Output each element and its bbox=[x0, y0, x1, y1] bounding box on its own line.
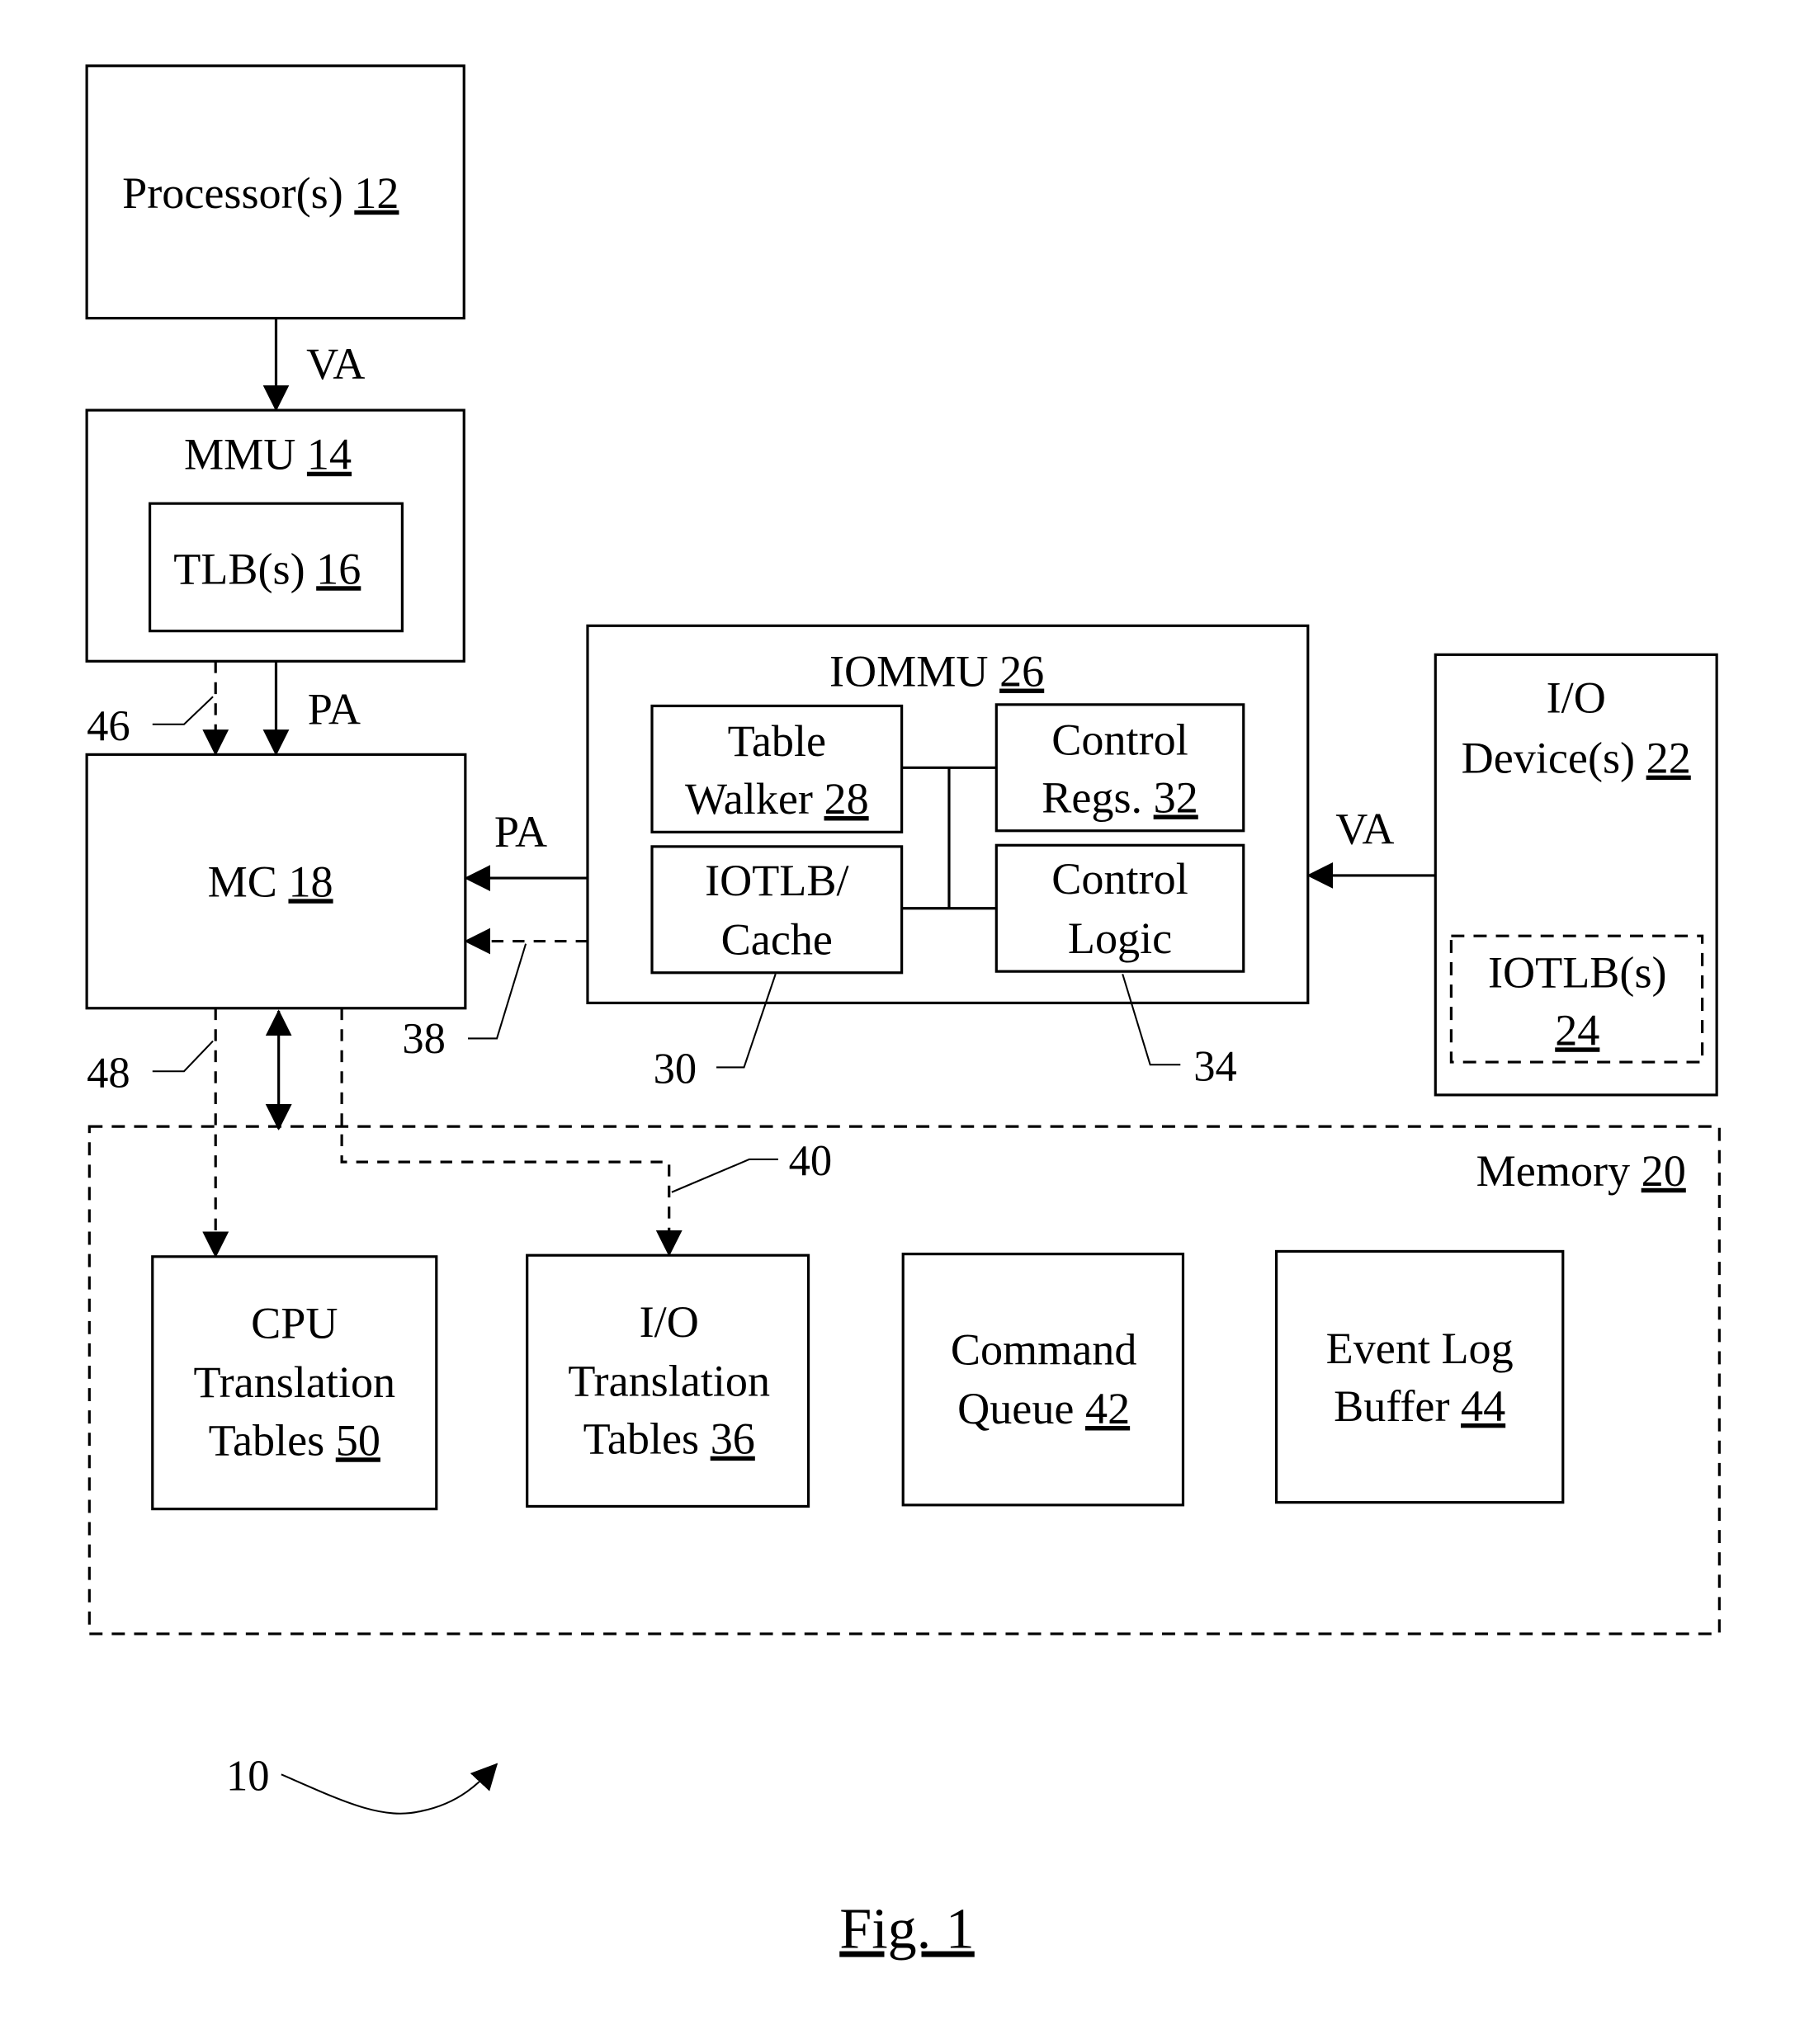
pa-label-mmu: PA bbox=[308, 685, 361, 734]
iotlb-cache-block: IOTLB/ Cache bbox=[650, 845, 904, 975]
va-label-io: VA bbox=[1335, 805, 1394, 854]
iommu-block: IOMMU 26 Table Walker 28 Control Regs. 3… bbox=[586, 624, 1310, 1004]
cpu-tables-block: CPU Translation Tables 50 bbox=[151, 1255, 438, 1511]
leader-48 bbox=[152, 1040, 214, 1073]
ref-40: 40 bbox=[789, 1137, 833, 1185]
memory-label: Memory bbox=[1476, 1146, 1630, 1196]
svg-text:Device(s) 22: Device(s) 22 bbox=[1462, 734, 1691, 783]
ref-46: 46 bbox=[87, 702, 130, 750]
mmu-ref: 14 bbox=[307, 430, 352, 479]
control-regs-line1: Control bbox=[1051, 715, 1188, 764]
patent-figure: Processor(s) 12 VA MMU 14 TLB(s) 16 46 P… bbox=[85, 64, 1721, 1961]
table-walker-line2: Walker bbox=[685, 774, 813, 824]
svg-text:Memory 20: Memory 20 bbox=[1476, 1146, 1686, 1196]
svg-text:Buffer 44: Buffer 44 bbox=[1334, 1381, 1505, 1431]
curved-arrow-10 bbox=[281, 1763, 498, 1815]
tlb-label: TLB(s) bbox=[173, 544, 305, 593]
mmu-label: MMU bbox=[184, 430, 295, 479]
control-logic-line2: Logic bbox=[1068, 913, 1172, 963]
io-tables-line3: Tables bbox=[583, 1414, 700, 1464]
io-tables-line2: Translation bbox=[568, 1357, 770, 1406]
table-walker-block: Table Walker 28 bbox=[650, 704, 904, 833]
control-logic-block: Control Logic bbox=[994, 843, 1245, 973]
leader-38 bbox=[468, 943, 527, 1040]
io-iotlb-label: IOTLB(s) bbox=[1488, 947, 1667, 997]
io-device-block: I/O Device(s) 22 IOTLB(s) 24 bbox=[1434, 653, 1718, 1097]
event-log-ref: 44 bbox=[1461, 1381, 1505, 1431]
pa-label-iommu: PA bbox=[494, 807, 547, 857]
svg-text:MC 18: MC 18 bbox=[208, 857, 333, 906]
svg-text:MMU 14: MMU 14 bbox=[184, 430, 352, 479]
figure-caption: Fig. 1 bbox=[839, 1898, 975, 1961]
iommu-label: IOMMU bbox=[829, 647, 989, 696]
svg-text:Processor(s) 12: Processor(s) 12 bbox=[122, 168, 399, 218]
io-tables-line1: I/O bbox=[640, 1297, 699, 1347]
va-label-proc: VA bbox=[306, 339, 365, 389]
cpu-tables-line2: Translation bbox=[193, 1357, 395, 1407]
mmu-block: MMU 14 TLB(s) 16 bbox=[85, 408, 465, 663]
io-tables-ref: 36 bbox=[711, 1414, 755, 1464]
processor-ref: 12 bbox=[354, 168, 399, 218]
processor-label: Processor(s) bbox=[122, 168, 343, 218]
command-queue-line1: Command bbox=[951, 1324, 1137, 1374]
io-device-ref: 22 bbox=[1646, 734, 1691, 783]
io-iotlb-ref: 24 bbox=[1555, 1005, 1599, 1055]
iotlb-cache-line2: Cache bbox=[721, 914, 833, 964]
svg-text:TLB(s) 16: TLB(s) 16 bbox=[173, 544, 361, 593]
svg-text:Regs. 32: Regs. 32 bbox=[1042, 772, 1198, 822]
mc-label: MC bbox=[208, 857, 277, 906]
svg-text:Tables 36: Tables 36 bbox=[583, 1414, 755, 1464]
event-log-line2: Buffer bbox=[1334, 1381, 1449, 1431]
io-device-line2: Device(s) bbox=[1462, 734, 1635, 783]
svg-text:Tables 50: Tables 50 bbox=[209, 1415, 380, 1465]
cpu-tables-ref: 50 bbox=[336, 1415, 380, 1465]
ref-30: 30 bbox=[654, 1046, 697, 1093]
table-walker-ref: 28 bbox=[824, 774, 869, 824]
cpu-tables-line1: CPU bbox=[251, 1299, 338, 1348]
command-queue-ref: 42 bbox=[1085, 1384, 1130, 1433]
processor-block: Processor(s) 12 bbox=[85, 64, 465, 320]
mc-block: MC 18 bbox=[85, 753, 467, 1010]
ref-38: 38 bbox=[402, 1015, 446, 1063]
control-logic-line1: Control bbox=[1051, 854, 1188, 904]
iommu-ref: 26 bbox=[999, 647, 1044, 696]
control-regs-block: Control Regs. 32 bbox=[994, 703, 1245, 833]
ref-10: 10 bbox=[226, 1752, 270, 1800]
control-regs-line2: Regs. bbox=[1042, 772, 1142, 822]
command-queue-line2: Queue bbox=[957, 1384, 1074, 1433]
control-regs-ref: 32 bbox=[1154, 772, 1198, 822]
iotlb-cache-line1: IOTLB/ bbox=[705, 856, 849, 905]
table-walker-line1: Table bbox=[728, 716, 826, 766]
tlb-ref: 16 bbox=[316, 544, 361, 593]
svg-text:IOMMU 26: IOMMU 26 bbox=[829, 647, 1044, 696]
memory-ref: 20 bbox=[1642, 1146, 1686, 1196]
ref-34: 34 bbox=[1193, 1042, 1237, 1090]
leader-46 bbox=[152, 696, 214, 725]
ref-48: 48 bbox=[87, 1049, 130, 1097]
memory-block: Memory 20 CPU Translation Tables 50 I/O … bbox=[87, 1125, 1721, 1636]
dashed-arrow-40 bbox=[340, 1008, 683, 1257]
svg-text:Queue 42: Queue 42 bbox=[957, 1384, 1130, 1433]
mc-ref: 18 bbox=[288, 857, 333, 906]
leader-40 bbox=[671, 1158, 778, 1193]
io-device-line1: I/O bbox=[1547, 673, 1606, 722]
io-tables-block: I/O Translation Tables 36 bbox=[526, 1253, 810, 1508]
cpu-tables-line3: Tables bbox=[209, 1415, 325, 1465]
command-queue-block: Command Queue 42 bbox=[901, 1253, 1185, 1507]
event-log-line1: Event Log bbox=[1326, 1324, 1514, 1373]
event-log-block: Event Log Buffer 44 bbox=[1274, 1249, 1565, 1504]
svg-text:Walker 28: Walker 28 bbox=[685, 774, 869, 824]
